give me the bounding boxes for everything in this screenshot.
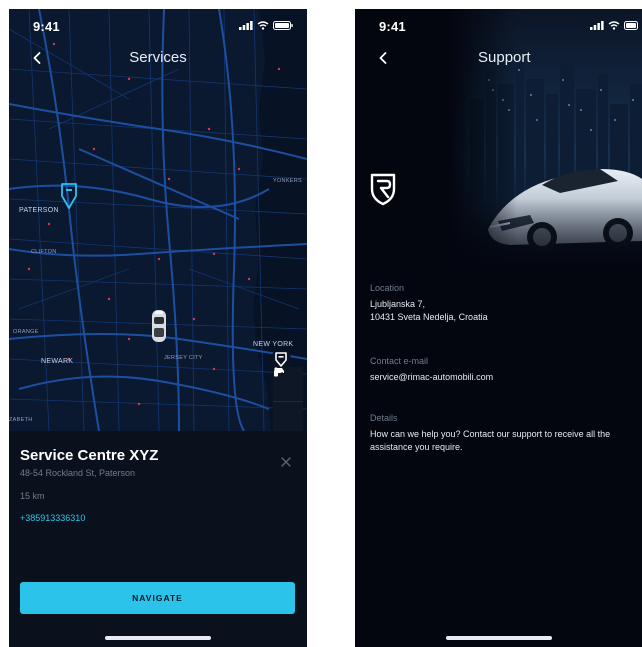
details-text: How can we help you? Contact our support…: [370, 429, 611, 452]
email-section: Contact e-mail service@rimac-automobili.…: [370, 356, 636, 384]
map-label-orange: ORANGE: [13, 329, 39, 335]
person-icon: [274, 367, 278, 377]
map-label-new-york: NEW YORK: [253, 341, 294, 348]
navigate-button[interactable]: NAVIGATE: [20, 582, 295, 614]
rimac-logo-icon: [369, 172, 397, 211]
details-section: Details How can we help you? Contact our…: [370, 413, 636, 454]
status-bar: 9:41: [355, 9, 642, 43]
signal-icon: [239, 21, 253, 30]
map-label-clifton: CLIFTON: [31, 249, 57, 255]
service-centre-distance: 15 km: [20, 491, 45, 501]
page-title: Services: [129, 49, 187, 66]
services-screen: PATERSON CLIFTON ORANGE NEWARK JERSEY CI…: [9, 9, 307, 647]
battery-icon: [273, 21, 293, 30]
status-bar: 9:41: [9, 9, 307, 43]
service-centre-phone-link[interactable]: +385913336310: [20, 513, 85, 523]
status-time: 9:41: [379, 19, 406, 34]
email-link[interactable]: service@rimac-automobili.com: [370, 371, 636, 384]
status-icons: [590, 21, 638, 30]
signal-icon: [590, 21, 604, 30]
home-indicator: [105, 636, 211, 640]
battery-icon: [624, 21, 638, 30]
back-button[interactable]: [373, 48, 393, 68]
page-title: Support: [478, 49, 531, 66]
person-filter-button[interactable]: [273, 367, 303, 431]
wifi-icon: [257, 21, 269, 30]
email-label: Contact e-mail: [370, 356, 429, 366]
map-label-paterson: PATERSON: [19, 207, 59, 214]
map-filter-controls: [273, 367, 303, 431]
service-details-sheet: Service Centre XYZ 48-54 Rockland St, Pa…: [9, 431, 307, 647]
navigation-bar: Services: [9, 43, 307, 73]
location-label: Location: [370, 283, 405, 293]
map-label-yonkers: YONKERS: [273, 178, 302, 184]
map-label-elizabeth: ZABETH: [9, 417, 33, 423]
support-screen: 9:41 Support Location Ljubljanska 7, 104…: [355, 9, 642, 647]
home-indicator: [445, 636, 552, 640]
location-section: Location Ljubljanska 7, 10431 Sveta Nede…: [370, 283, 636, 324]
close-icon: [281, 457, 291, 467]
chevron-left-icon: [379, 52, 387, 64]
service-centre-name: Service Centre XYZ: [20, 447, 159, 464]
map-label-newark: NEWARK: [41, 358, 74, 365]
close-button[interactable]: [279, 455, 293, 469]
status-time: 9:41: [33, 19, 60, 34]
location-line-2: 10431 Sveta Nedelja, Croatia: [370, 312, 488, 322]
service-centre-address: 48-54 Rockland St, Paterson: [20, 468, 136, 478]
navigation-bar: Support: [355, 43, 642, 73]
details-label: Details: [370, 413, 398, 423]
location-line-1: Ljubljanska 7,: [370, 299, 426, 309]
status-icons: [239, 21, 293, 30]
wifi-icon: [608, 21, 620, 30]
map-label-jersey-city: JERSEY CITY: [164, 355, 203, 361]
